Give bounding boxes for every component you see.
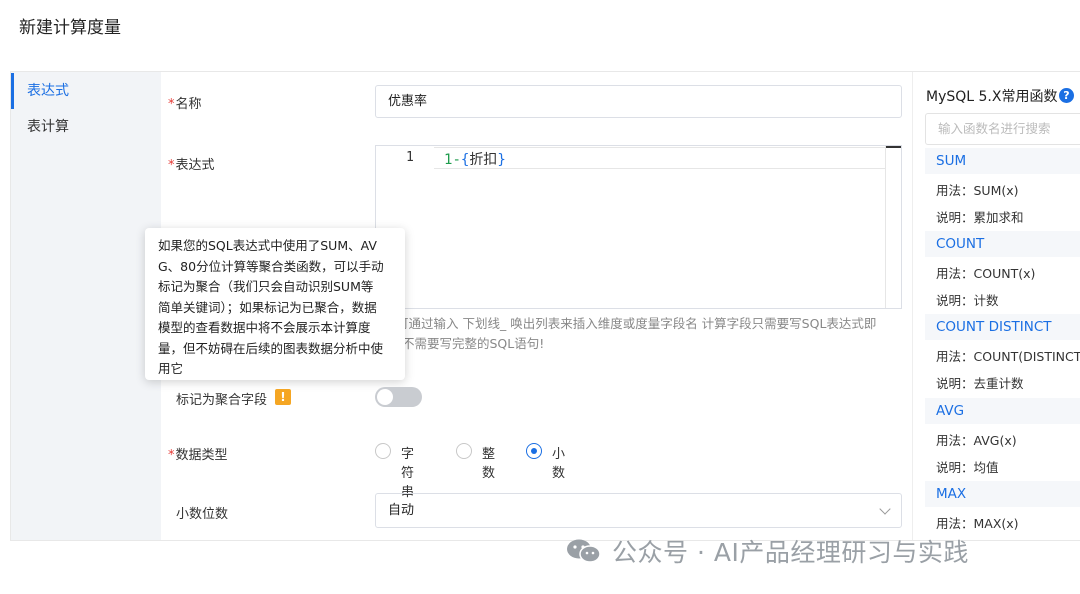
name-input[interactable]: 优惠率 xyxy=(375,85,902,118)
function-name-count[interactable]: COUNT xyxy=(925,231,1080,257)
function-desc: 说明：均值 xyxy=(936,460,999,475)
tooltip-line: 标记为聚合（我们只会自动识别SUM等 xyxy=(158,279,374,294)
function-usage: 用法：SUM(x) xyxy=(936,183,1019,198)
radio-decimal-label[interactable]: 小数 xyxy=(552,443,565,481)
function-desc: 说明：去重计数 xyxy=(936,376,1024,391)
function-usage: 用法：MAX(x) xyxy=(936,516,1019,531)
name-label: *名称 xyxy=(168,93,202,112)
nav-item-expression[interactable]: 表达式 xyxy=(11,73,161,109)
chevron-down-icon xyxy=(879,503,891,515)
function-usage: 用法：AVG(x) xyxy=(936,433,1017,448)
data-type-label-text: 数据类型 xyxy=(175,448,228,463)
code-field: 折扣 xyxy=(469,152,498,168)
toggle-knob xyxy=(377,389,393,405)
radio-decimal[interactable] xyxy=(526,443,542,459)
warning-icon[interactable]: ! xyxy=(275,389,291,405)
tooltip-line: 量，但不妨碍在后续的图表数据分析中使 xyxy=(158,340,384,356)
page-title: 新建计算度量 xyxy=(19,18,121,38)
aggregate-toggle[interactable] xyxy=(375,387,422,407)
required-mark: * xyxy=(168,158,175,173)
nav-item-table-calc[interactable]: 表计算 xyxy=(11,109,161,145)
aggregate-tooltip: 如果您的SQL表达式中使用了SUM、AV G、80分位计算等聚合类函数，可以手动… xyxy=(145,228,405,380)
editor-scroll-marker xyxy=(886,146,901,148)
tooltip-line: G、80分位计算等聚合类函数，可以手动 xyxy=(158,258,384,274)
function-search-input[interactable]: 输入函数名进行搜索 xyxy=(925,113,1080,145)
expression-code[interactable]: 1-{折扣} xyxy=(444,149,506,169)
tooltip-line: 如果您的SQL表达式中使用了SUM、AV xyxy=(158,238,377,253)
function-name-sum[interactable]: SUM xyxy=(925,148,1080,174)
expression-label-text: 表达式 xyxy=(175,158,215,173)
required-mark: * xyxy=(168,97,175,112)
function-usage: 用法：COUNT(DISTINCT xyxy=(936,349,1080,364)
tooltip-line: 模型的查看数据中将不会展示本计算度 xyxy=(158,320,371,335)
decimals-select-value: 自动 xyxy=(388,503,415,518)
name-label-text: 名称 xyxy=(175,97,202,112)
radio-string[interactable] xyxy=(375,443,391,459)
tooltip-line: 简单关键词）；如果标记为已聚合，数据 xyxy=(158,299,377,315)
function-name-max[interactable]: MAX xyxy=(925,481,1080,507)
data-type-label: *数据类型 xyxy=(168,444,228,463)
radio-string-label[interactable]: 字符串 xyxy=(401,443,414,500)
expression-hint-line-2: 不需要写完整的SQL语句! xyxy=(402,336,545,351)
radio-integer-label[interactable]: 整数 xyxy=(482,443,495,481)
expression-editor[interactable]: 1 1-{折扣} xyxy=(375,145,902,309)
function-panel-title: MySQL 5.X常用函数 xyxy=(926,89,1058,105)
radio-integer[interactable] xyxy=(456,443,472,459)
tooltip-line: 用它 xyxy=(158,361,184,376)
expression-label: *表达式 xyxy=(168,154,215,173)
decimals-label: 小数位数 xyxy=(176,507,229,522)
help-icon[interactable]: ? xyxy=(1059,88,1074,103)
watermark-text: 公众号 · AI产品经理研习与实践 xyxy=(612,538,969,567)
line-number: 1 xyxy=(406,150,414,165)
decimals-select[interactable]: 自动 xyxy=(375,493,902,528)
function-name-count-distinct[interactable]: COUNT DISTINCT xyxy=(925,314,1080,340)
wechat-logo-icon xyxy=(567,539,601,563)
expression-hint-line-1: 可通过输入 下划线_ 唤出列表来插入维度或度量字段名 计算字段只需要写SQL表达… xyxy=(396,316,877,331)
left-nav: 表达式 表计算 xyxy=(11,72,161,540)
required-mark: * xyxy=(168,448,175,463)
function-name-avg[interactable]: AVG xyxy=(925,398,1080,424)
aggregate-label: 标记为聚合字段 xyxy=(176,393,268,408)
function-desc: 说明：计数 xyxy=(936,293,999,308)
editor-scrollbar[interactable] xyxy=(885,146,901,308)
function-desc: 说明：累加求和 xyxy=(936,210,1024,225)
code-brace-close: } xyxy=(497,152,506,168)
function-usage: 用法：COUNT(x) xyxy=(936,266,1036,281)
code-operator: - xyxy=(452,152,461,168)
